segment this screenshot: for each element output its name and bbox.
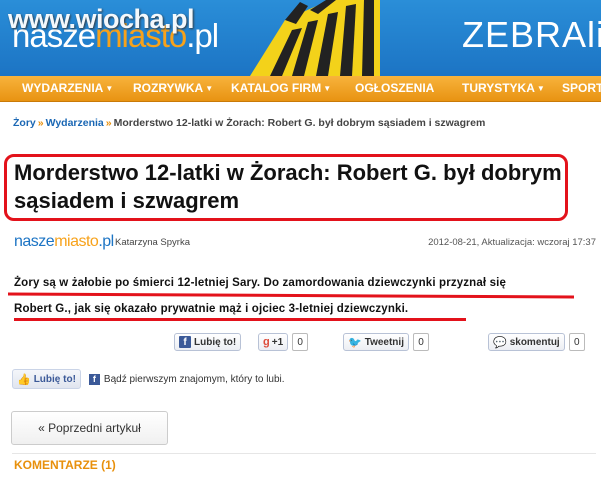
comments-heading: KOMENTARZE (1) xyxy=(14,458,116,472)
gplus-share: g +1 0 xyxy=(258,332,309,352)
watermark: www.wiocha.pl xyxy=(8,4,195,34)
gplus-count: 0 xyxy=(292,333,309,351)
facebook-share: f Lubię to! xyxy=(174,332,242,352)
breadcrumb-separator: » xyxy=(105,117,112,129)
nav-item-turystyka[interactable]: TURYSTYKA ▼ xyxy=(462,81,545,95)
breadcrumb-current: Morderstwo 12-latki w Żorach: Robert G. … xyxy=(113,117,486,129)
nav-item-katalog-firm[interactable]: KATALOG FIRM ▼ xyxy=(231,81,331,95)
chevron-down-icon: ▼ xyxy=(105,84,114,93)
source-logo: naszemiasto.pl xyxy=(14,233,114,250)
facebook-like-text: Bądź pierwszym znajomym, który to lubi. xyxy=(103,373,285,385)
facebook-like-button[interactable]: f Lubię to! xyxy=(174,333,242,351)
nav-item-sport[interactable]: SPORT xyxy=(562,81,601,95)
zebra-ad-text[interactable]: ZEBRAli xyxy=(462,14,601,56)
facebook-icon: f xyxy=(88,373,100,385)
facebook-icon: f xyxy=(179,336,191,348)
breadcrumb: Żory» Wydarzenia» Morderstwo 12-latki w Żo… xyxy=(13,117,485,129)
twitter-share: 🐦 Tweetnij 0 xyxy=(343,332,429,352)
chevron-down-icon: ▼ xyxy=(536,84,545,93)
chevron-down-icon: ▼ xyxy=(205,84,214,93)
gplus-button[interactable]: g +1 xyxy=(258,333,289,351)
breadcrumb-link-zory[interactable]: Żory xyxy=(13,117,36,129)
author-name: Katarzyna Spyrka xyxy=(115,237,190,248)
tweet-count: 0 xyxy=(412,333,429,351)
chevron-down-icon: ▼ xyxy=(323,84,332,93)
nav-item-ogloszenia[interactable]: OGŁOSZENIA xyxy=(355,81,434,95)
article-meta: naszemiasto.pl Katarzyna Spyrka 2012-08-… xyxy=(14,233,596,253)
comment-button[interactable]: 💬 skomentuj xyxy=(488,333,565,351)
breadcrumb-separator: » xyxy=(37,117,44,129)
comment-share: 💬 skomentuj 0 xyxy=(488,332,585,352)
zebra-ad-image[interactable] xyxy=(230,0,380,76)
breadcrumb-link-wydarzenia[interactable]: Wydarzenia xyxy=(46,117,104,129)
comment-icon: 💬 xyxy=(493,336,507,349)
google-plus-icon: g xyxy=(263,336,270,348)
comment-count: 0 xyxy=(568,333,585,351)
article-date: 2012-08-21, Aktualizacja: wczoraj 17:37 xyxy=(428,237,596,248)
red-underline xyxy=(14,318,466,321)
divider xyxy=(12,453,596,454)
facebook-like-widget-button[interactable]: 👍 Lubię to! xyxy=(12,369,81,389)
main-nav: WYDARZENIA ▼ ROZRYWKA ▼ KATALOG FIRM ▼ OGŁO… xyxy=(0,76,601,102)
facebook-like-widget: 👍 Lubię to! f Bądź pierwszym znajomym, kt… xyxy=(12,368,285,390)
twitter-icon: 🐦 xyxy=(348,336,362,349)
thumbs-up-icon: 👍 xyxy=(17,373,31,386)
nav-item-rozrywka[interactable]: ROZRYWKA ▼ xyxy=(133,81,213,95)
tweet-button[interactable]: 🐦 Tweetnij xyxy=(343,333,409,351)
nav-item-wydarzenia[interactable]: WYDARZENIA ▼ xyxy=(22,81,113,95)
previous-article-button[interactable]: « Poprzedni artykuł xyxy=(11,411,168,445)
site-header: naszemiasto.pl ZEBRAli www.wiocha.pl xyxy=(0,0,601,76)
page-title: Morderstwo 12-latki w Żorach: Robert G. … xyxy=(14,160,562,213)
